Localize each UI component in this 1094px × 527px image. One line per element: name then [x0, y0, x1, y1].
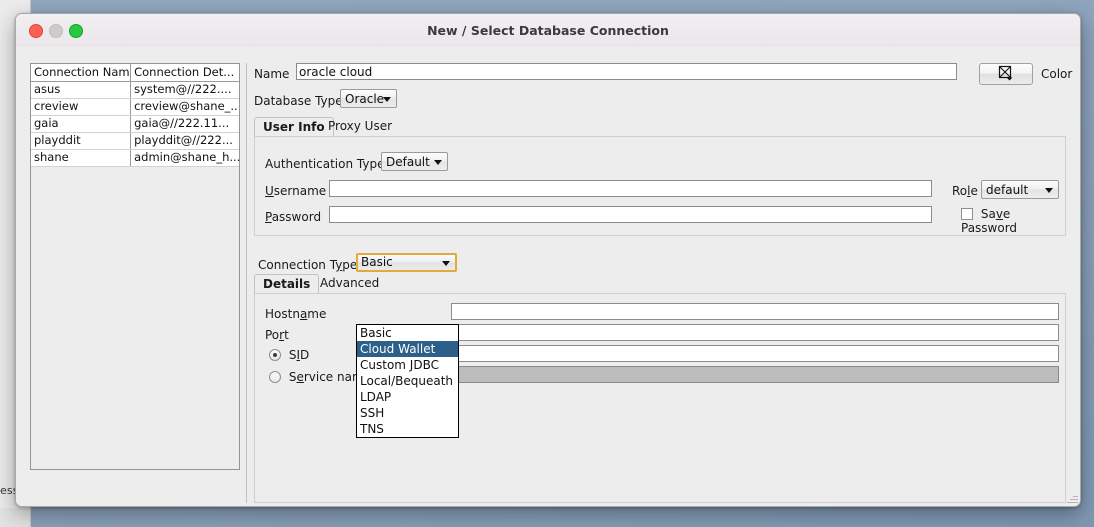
- password-label: Password: [265, 210, 322, 224]
- hostname-label: Hostname: [265, 307, 327, 321]
- port-label: Port: [265, 328, 289, 342]
- chevron-down-icon: [434, 159, 442, 165]
- tab-advanced[interactable]: Advanced: [312, 274, 387, 294]
- database-type-combobox[interactable]: Oracle: [340, 89, 397, 108]
- role-label: Role: [952, 184, 978, 198]
- connections-table-empty-area: [31, 167, 239, 469]
- user-info-panel: Authentication Type Default Username Pas…: [254, 136, 1066, 236]
- username-input[interactable]: [329, 180, 932, 197]
- cell-connection-name: creview: [31, 99, 132, 115]
- service-name-radio-button[interactable]: [269, 371, 281, 383]
- connections-table[interactable]: Connection Name Connection Det... asus sy…: [30, 63, 240, 470]
- dropdown-option[interactable]: Custom JDBC: [357, 357, 458, 373]
- dropdown-option[interactable]: LDAP: [357, 389, 458, 405]
- background-app-toolbar-strip: [0, 508, 30, 527]
- cell-connection-name: asus: [31, 82, 132, 98]
- cell-connection-detail: playddit@//222...: [134, 133, 233, 147]
- chevron-down-icon: [442, 260, 450, 266]
- table-row[interactable]: creview creview@shane_...: [31, 99, 239, 116]
- sid-input[interactable]: [451, 345, 1059, 362]
- resize-grip[interactable]: [1066, 492, 1078, 504]
- table-row[interactable]: asus system@//222....: [31, 82, 239, 99]
- database-connection-dialog: New / Select Database Connection Connect…: [15, 13, 1081, 507]
- chevron-down-icon: [383, 96, 391, 102]
- cell-connection-detail: creview@shane_...: [134, 99, 239, 113]
- connection-type-combobox[interactable]: Basic: [356, 253, 457, 272]
- database-type-label: Database Type: [254, 94, 343, 108]
- cell-connection-detail: gaia@//222.11...: [134, 116, 230, 130]
- chevron-down-icon: [1045, 187, 1053, 193]
- cell-connection-detail: admin@shane_h...: [134, 150, 239, 164]
- dropdown-option[interactable]: Basic: [357, 325, 458, 341]
- color-picker-button[interactable]: [979, 63, 1033, 85]
- user-tabs: User Info Proxy User: [254, 117, 1066, 137]
- connection-type-value: Basic: [361, 255, 393, 269]
- connection-type-label: Connection Type: [258, 258, 358, 272]
- no-color-swatch-icon: [998, 65, 1013, 81]
- save-password-row[interactable]: Save Password: [961, 207, 1065, 235]
- cell-connection-name: playddit: [31, 133, 132, 149]
- table-row[interactable]: shane admin@shane_h...: [31, 150, 239, 167]
- connection-type-dropdown-list[interactable]: Basic Cloud Wallet Custom JDBC Local/Bequea…: [356, 324, 459, 438]
- authentication-type-label: Authentication Type: [265, 157, 385, 171]
- detail-tabs: Details Advanced: [254, 274, 1066, 294]
- role-combobox[interactable]: default: [981, 180, 1059, 199]
- username-label: Username: [265, 184, 327, 198]
- port-input[interactable]: [451, 324, 1059, 341]
- column-header-connection-name[interactable]: Connection Name: [31, 64, 132, 81]
- sid-radio-button[interactable]: [269, 349, 281, 361]
- role-value: default: [986, 183, 1029, 197]
- tab-details[interactable]: Details: [254, 274, 320, 294]
- cell-connection-detail: system@//222....: [134, 82, 232, 96]
- dropdown-option[interactable]: Local/Bequeath: [357, 373, 458, 389]
- connections-table-header: Connection Name Connection Det...: [31, 64, 239, 82]
- dropdown-option[interactable]: Cloud Wallet: [357, 341, 458, 357]
- color-button-label: Color: [1041, 67, 1073, 81]
- sid-radio-row[interactable]: SID: [269, 348, 309, 362]
- service-name-input: [451, 366, 1059, 383]
- hostname-input[interactable]: [451, 303, 1059, 320]
- cell-connection-name: shane: [31, 150, 132, 166]
- save-password-checkbox[interactable]: [961, 208, 973, 220]
- connections-table-body: asus system@//222.... creview creview@shane…: [31, 82, 239, 167]
- dialog-content: Connection Name Connection Det... asus sy…: [16, 47, 1080, 506]
- password-input[interactable]: [329, 206, 932, 223]
- dialog-title: New / Select Database Connection: [427, 23, 669, 38]
- dropdown-option[interactable]: SSH: [357, 405, 458, 421]
- column-header-connection-detail[interactable]: Connection Det...: [131, 64, 239, 81]
- table-row[interactable]: playddit playddit@//222...: [31, 133, 239, 150]
- name-label: Name: [254, 67, 290, 81]
- table-row[interactable]: gaia gaia@//222.11...: [31, 116, 239, 133]
- authentication-type-value: Default: [386, 155, 430, 169]
- sid-label: SID: [288, 348, 310, 362]
- cell-connection-name: gaia: [31, 116, 132, 132]
- panel-divider: [246, 63, 247, 503]
- tab-proxy-user[interactable]: Proxy User: [320, 117, 400, 137]
- dropdown-option[interactable]: TNS: [357, 421, 458, 437]
- database-type-value: Oracle: [345, 92, 385, 106]
- authentication-type-combobox[interactable]: Default: [381, 152, 448, 171]
- connection-name-input[interactable]: oracle cloud: [296, 63, 957, 80]
- dialog-titlebar: New / Select Database Connection: [16, 14, 1080, 48]
